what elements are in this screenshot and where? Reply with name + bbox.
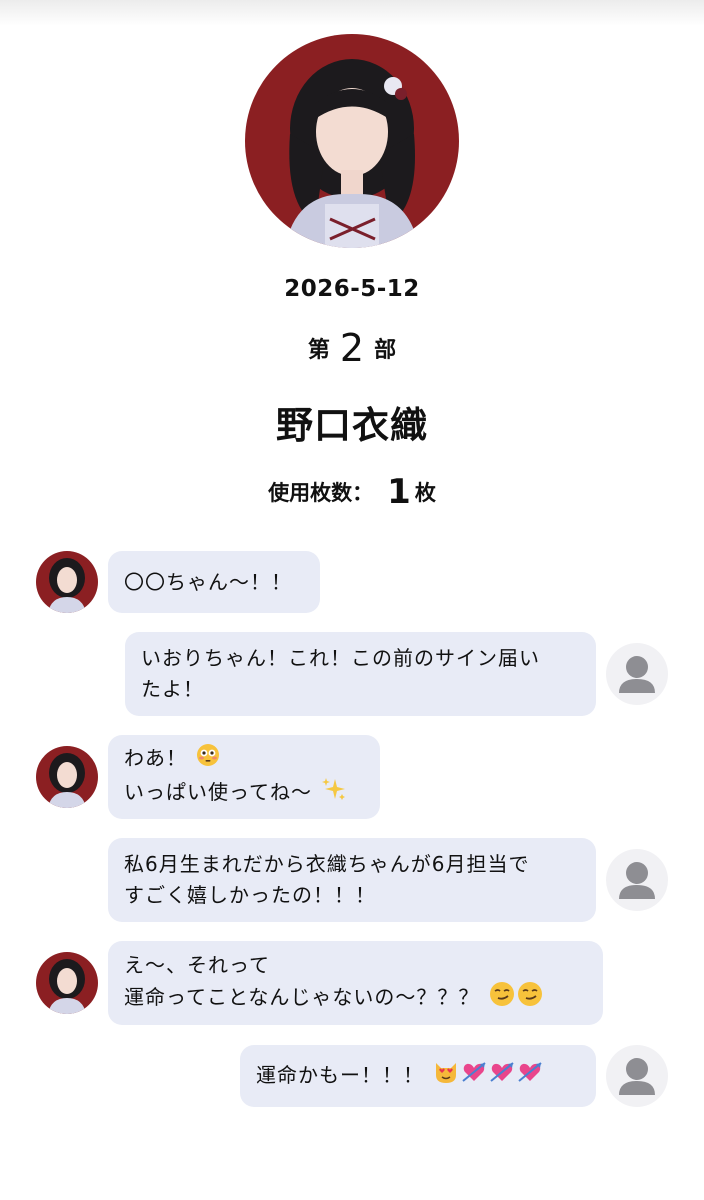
- smirking-face-icon: [489, 981, 515, 1016]
- message-line: いっぱい使ってね〜: [124, 780, 312, 804]
- message-line: え〜、それって: [124, 953, 270, 977]
- message-line: わあ！: [124, 746, 187, 770]
- member-avatar: [36, 952, 98, 1014]
- event-date: 2026-5-12: [284, 276, 420, 302]
- message-line: すごく嬉しかったの！！！: [124, 883, 376, 907]
- message-bubble-user: いおりちゃん！これ！この前のサイン届い たよ！: [125, 632, 596, 716]
- sparkles-icon: [321, 776, 347, 811]
- part-number: 2: [339, 326, 365, 370]
- heart-with-arrow-icon: [461, 1059, 487, 1094]
- part-prefix: 第: [307, 338, 330, 363]
- message-bubble-user: 私6月生まれだから衣織ちゃんが6月担当で すごく嬉しかったの！！！: [108, 838, 596, 922]
- message-line: 運命かもー！！！: [256, 1062, 424, 1087]
- message-line: いおりちゃん！これ！この前のサイン届い: [141, 646, 540, 670]
- used-label: 使用枚数：: [268, 481, 374, 505]
- smirking-face-icon: [517, 981, 543, 1016]
- message-line: たよ！: [141, 677, 204, 701]
- message-bubble-user: 運命かもー！！！: [240, 1045, 596, 1107]
- user-avatar-icon: [606, 849, 668, 911]
- user-avatar-icon: [606, 643, 668, 705]
- used-count: 1: [387, 472, 411, 512]
- message-bubble-member: わあ！ いっぱい使ってね〜: [108, 735, 380, 819]
- session-part: 第2部: [0, 326, 704, 370]
- message-line: 私6月生まれだから衣織ちゃんが6月担当で: [124, 852, 530, 876]
- heart-with-arrow-icon: [517, 1059, 543, 1094]
- member-avatar-large: [245, 34, 459, 248]
- heart-with-arrow-icon: [489, 1059, 515, 1094]
- user-avatar-icon: [606, 1045, 668, 1107]
- message-bubble-member: 〇〇ちゃん〜！！: [108, 551, 320, 613]
- member-avatar: [36, 551, 98, 613]
- message-line: 運命ってことなんじゃないの〜？？？: [124, 985, 480, 1009]
- message-bubble-member: え〜、それって 運命ってことなんじゃないの〜？？？: [108, 941, 603, 1025]
- message-line: 〇〇ちゃん〜！！: [124, 569, 292, 594]
- top-bar-shadow: [0, 0, 704, 26]
- flushed-face-icon: [196, 743, 220, 776]
- member-name: 野口衣織: [276, 404, 428, 447]
- used-unit: 枚: [414, 481, 436, 505]
- member-avatar: [36, 746, 98, 808]
- used-tickets: 使用枚数： 1 枚: [0, 472, 704, 512]
- heart-eyes-cat-icon: [433, 1059, 459, 1094]
- part-suffix: 部: [374, 338, 397, 363]
